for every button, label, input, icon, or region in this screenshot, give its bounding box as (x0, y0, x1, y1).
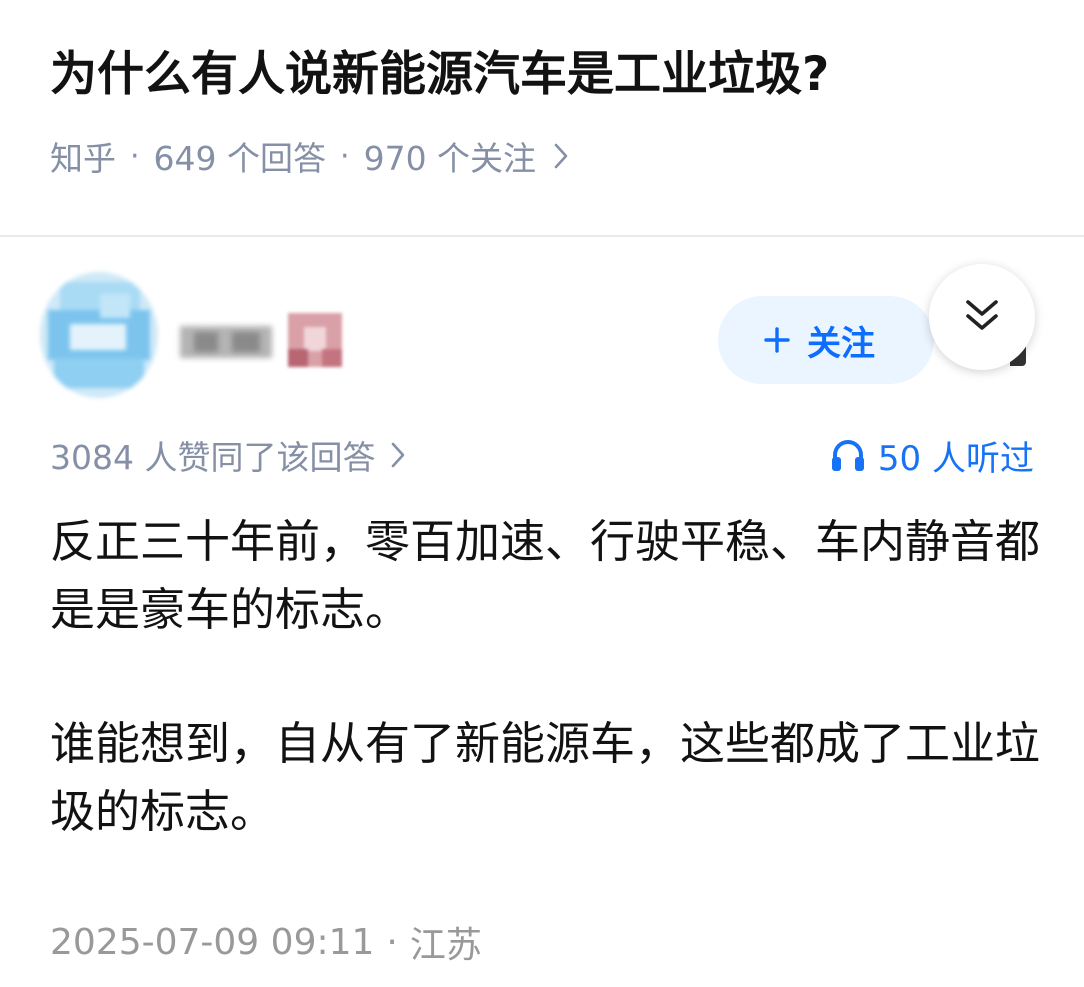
follow-button[interactable]: 关注 (718, 296, 934, 384)
author-name[interactable] (180, 320, 272, 364)
question-source: 知乎 (50, 139, 116, 178)
meta-separator: · (130, 138, 140, 174)
author-badge (288, 313, 342, 367)
question-header: 为什么有人说新能源汽车是工业垃圾? 知乎 · 649 个回答 · 970 个关注 (0, 0, 1084, 235)
listen-info[interactable]: 50 人听过 (830, 430, 1034, 480)
chevron-right-icon (554, 143, 568, 169)
divider (0, 235, 1084, 237)
footer-separator: · (386, 921, 398, 963)
meta-separator: · (340, 138, 350, 174)
collapse-button[interactable] (929, 264, 1035, 370)
answer-paragraph: 谁能想到，自从有了新能源车，这些都成了工业垃圾的标志。 (50, 717, 1041, 838)
chevron-right-icon (391, 442, 405, 468)
question-meta[interactable]: 知乎 · 649 个回答 · 970 个关注 (50, 130, 568, 182)
vote-summary[interactable]: 3084 人赞同了该回答 (50, 430, 405, 480)
plus-icon (763, 326, 791, 354)
answer-location: 江苏 (409, 925, 482, 966)
listen-count: 50 人听过 (877, 438, 1034, 479)
follower-count: 970 个关注 (363, 139, 537, 178)
headphone-icon (830, 438, 866, 472)
answer-footer: 2025-07-09 09:11 · 江苏 (50, 914, 482, 970)
answer-body[interactable]: 反正三十年前，零百加速、行驶平稳、车内静音都是是豪车的标志。 谁能想到，自从有了… (50, 508, 1040, 846)
follow-label: 关注 (807, 323, 875, 364)
double-chevron-down-icon (964, 298, 1000, 336)
avatar[interactable] (40, 272, 158, 398)
answer-count: 649 个回答 (153, 139, 327, 178)
answer-timestamp: 2025-07-09 09:11 (50, 921, 375, 963)
vote-summary-text: 3084 人赞同了该回答 (50, 438, 376, 477)
answer-paragraph: 反正三十年前，零百加速、行驶平稳、车内静音都是是豪车的标志。 (50, 515, 1041, 636)
question-title[interactable]: 为什么有人说新能源汽车是工业垃圾? (50, 40, 829, 110)
